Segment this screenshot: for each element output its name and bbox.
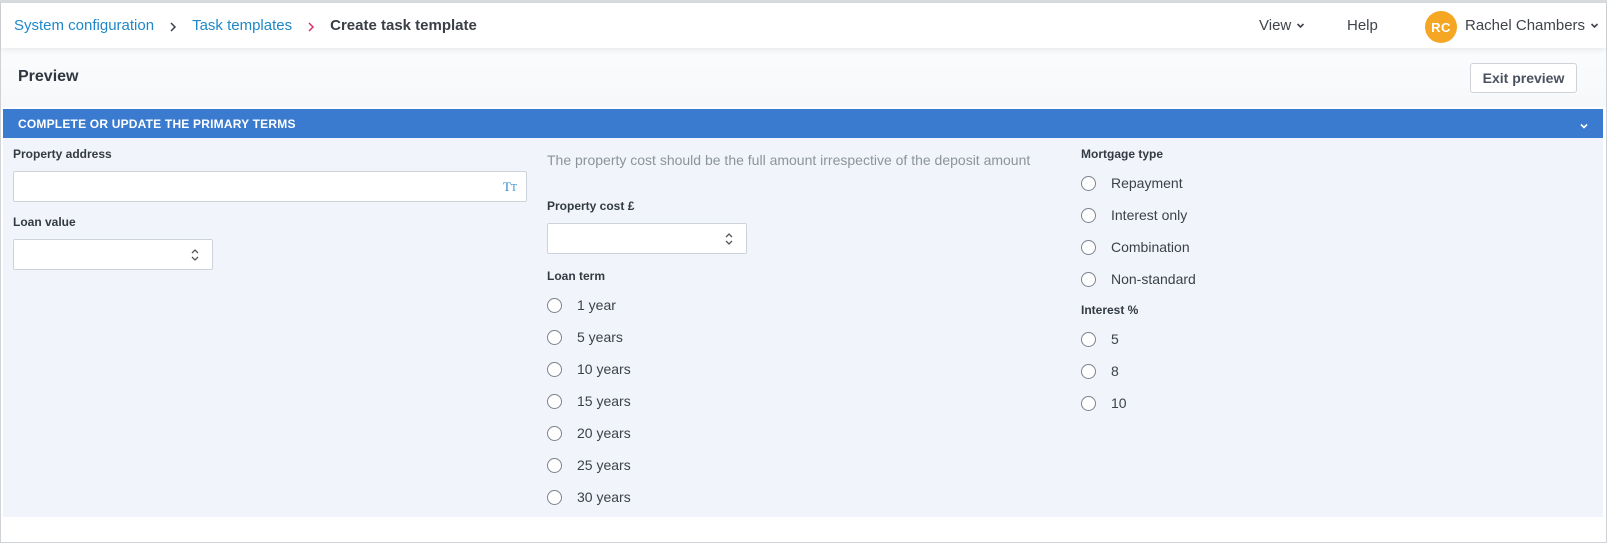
radio-label: Interest only	[1111, 207, 1188, 223]
radio-label: Combination	[1111, 239, 1190, 255]
radio-button[interactable]	[547, 425, 562, 441]
stepper-icon[interactable]	[190, 246, 200, 269]
radio-label: 10	[1111, 395, 1127, 411]
view-menu-label: View	[1259, 17, 1292, 34]
mortgage-type-option[interactable]: Combination	[1081, 239, 1190, 255]
radio-label: 5 years	[577, 329, 623, 345]
breadcrumb-task-templates[interactable]: Task templates	[192, 17, 292, 34]
interest-label: Interest %	[1081, 303, 1139, 317]
property-address-label: Property address	[13, 147, 112, 161]
mortgage-type-label: Mortgage type	[1081, 147, 1164, 161]
exit-preview-button[interactable]: Exit preview	[1470, 63, 1577, 93]
interest-option[interactable]: 10	[1081, 395, 1127, 411]
top-bar: System configuration Task templates Crea…	[1, 3, 1606, 48]
radio-label: 5	[1111, 331, 1119, 347]
loan-term-label: Loan term	[547, 269, 606, 283]
mortgage-type-option[interactable]: Repayment	[1081, 175, 1183, 191]
chevron-down-icon	[1296, 17, 1305, 34]
radio-label: 8	[1111, 363, 1119, 379]
radio-label: 30 years	[577, 489, 631, 505]
radio-button[interactable]	[1081, 175, 1096, 191]
chevron-down-icon	[1590, 17, 1599, 34]
avatar[interactable]: RC	[1425, 11, 1457, 43]
mortgage-type-option[interactable]: Interest only	[1081, 207, 1187, 223]
user-name: Rachel Chambers	[1465, 17, 1586, 34]
loan-term-option[interactable]: 15 years	[547, 393, 631, 409]
chevron-right-icon	[304, 20, 318, 34]
loan-term-option[interactable]: 20 years	[547, 425, 631, 441]
radio-label: Repayment	[1111, 175, 1183, 191]
radio-button[interactable]	[1081, 271, 1096, 287]
section-title: COMPLETE OR UPDATE THE PRIMARY TERMS	[18, 117, 296, 131]
preview-header: Preview Exit preview	[1, 48, 1606, 107]
radio-button[interactable]	[1081, 207, 1096, 223]
text-format-icon[interactable]: TT	[503, 179, 517, 195]
radio-label: 1 year	[577, 297, 616, 313]
help-link[interactable]: Help	[1347, 17, 1378, 34]
loan-value-label: Loan value	[13, 215, 76, 229]
loan-term-option[interactable]: 1 year	[547, 297, 616, 313]
radio-button[interactable]	[547, 361, 562, 377]
radio-button[interactable]	[1081, 239, 1096, 255]
user-menu[interactable]: Rachel Chambers	[1465, 17, 1599, 34]
property-cost-input[interactable]	[547, 223, 747, 254]
radio-button[interactable]	[547, 457, 562, 473]
radio-button[interactable]	[547, 329, 562, 345]
loan-term-option[interactable]: 25 years	[547, 457, 631, 473]
section-header[interactable]: COMPLETE OR UPDATE THE PRIMARY TERMS	[3, 109, 1603, 138]
chevron-right-icon	[166, 20, 180, 34]
radio-label: 15 years	[577, 393, 631, 409]
property-address-input[interactable]: TT	[13, 171, 527, 202]
radio-button[interactable]	[1081, 395, 1096, 411]
mortgage-type-option[interactable]: Non-standard	[1081, 271, 1196, 287]
breadcrumb: System configuration Task templates Crea…	[14, 17, 477, 34]
loan-term-option[interactable]: 30 years	[547, 489, 631, 505]
radio-button[interactable]	[1081, 363, 1096, 379]
loan-value-input[interactable]	[13, 239, 213, 270]
radio-button[interactable]	[1081, 331, 1096, 347]
property-cost-label: Property cost £	[547, 199, 635, 213]
view-menu[interactable]: View	[1259, 17, 1305, 34]
radio-label: 20 years	[577, 425, 631, 441]
loan-term-option[interactable]: 5 years	[547, 329, 623, 345]
radio-label: 25 years	[577, 457, 631, 473]
breadcrumb-system-configuration[interactable]: System configuration	[14, 17, 154, 34]
radio-button[interactable]	[547, 297, 562, 313]
interest-option[interactable]: 5	[1081, 331, 1119, 347]
radio-button[interactable]	[547, 393, 562, 409]
page-title: Preview	[18, 68, 79, 85]
radio-button[interactable]	[547, 489, 562, 505]
interest-option[interactable]: 8	[1081, 363, 1119, 379]
stepper-icon[interactable]	[724, 230, 734, 253]
chevron-down-icon[interactable]	[1579, 118, 1589, 136]
section-body: Property address TT Loan value The prope…	[3, 138, 1603, 517]
radio-label: 10 years	[577, 361, 631, 377]
radio-label: Non-standard	[1111, 271, 1196, 287]
breadcrumb-current: Create task template	[330, 17, 477, 34]
property-cost-hint: The property cost should be the full amo…	[547, 152, 1031, 168]
loan-term-option[interactable]: 10 years	[547, 361, 631, 377]
